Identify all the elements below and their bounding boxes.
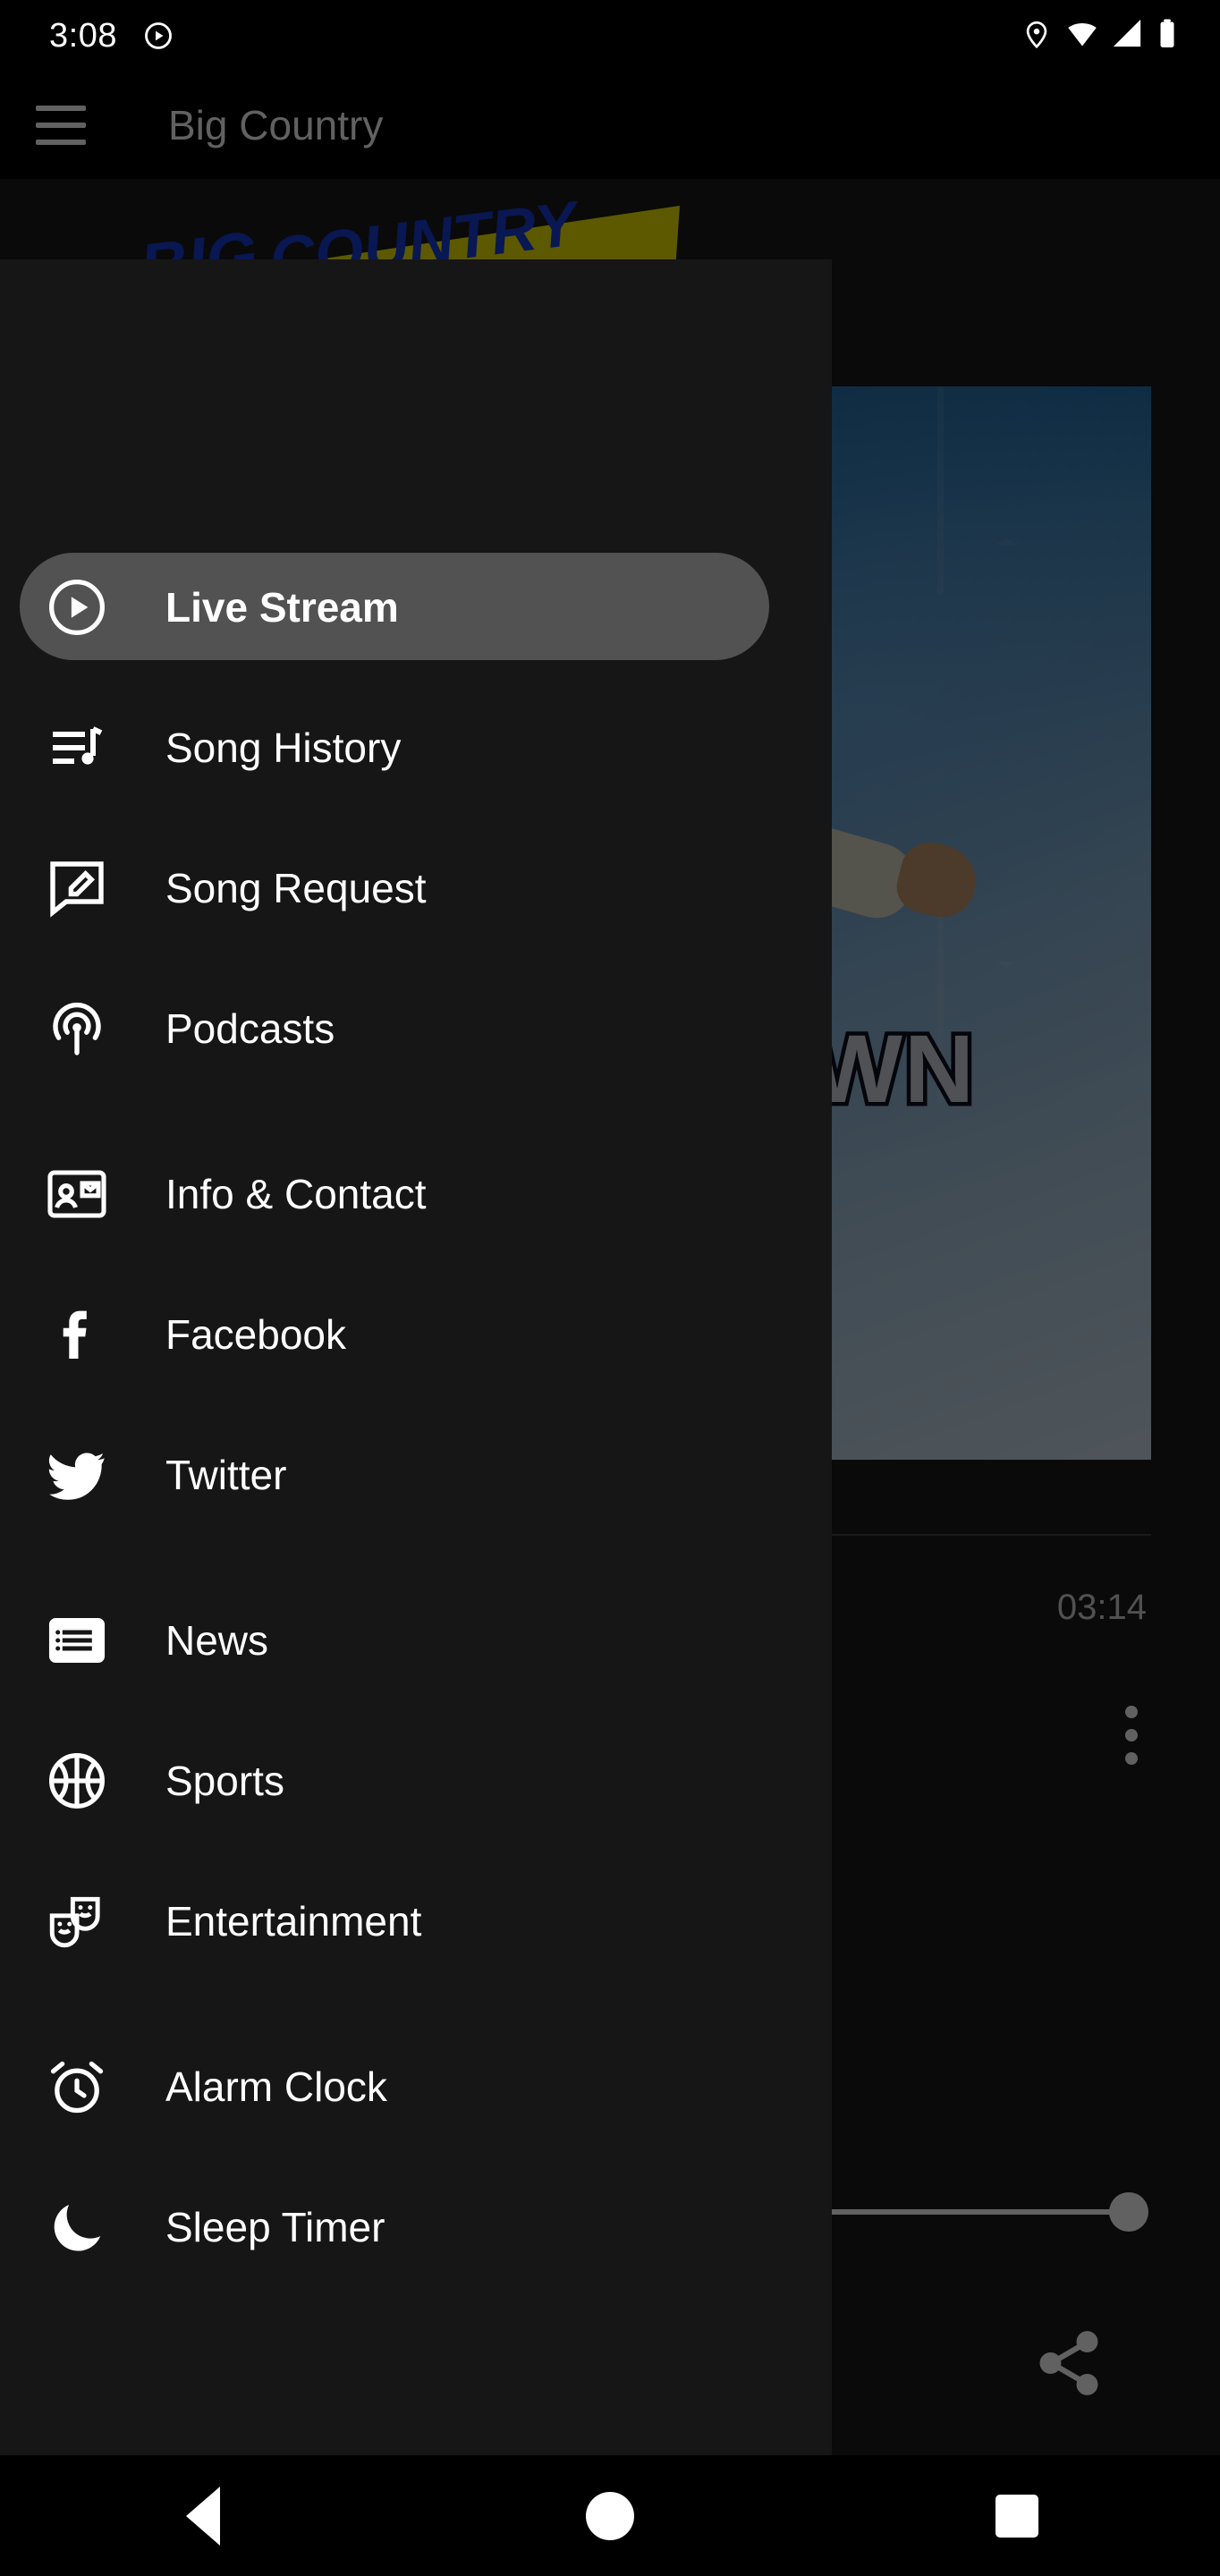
drawer-item-label: Alarm Clock [165,2063,387,2110]
drawer-item-label: Sleep Timer [165,2203,385,2250]
home-circle-icon[interactable] [556,2455,664,2576]
status-bar: 3:08 [0,0,1220,72]
drawer-item-label: Info & Contact [165,1170,427,1217]
status-bar-clock: 3:08 [49,16,117,55]
theater-masks-icon [40,1885,114,1958]
status-bar-icons [1021,18,1177,55]
drawer-group-gap [0,1098,832,1123]
drawer-item-label: Facebook [165,1310,347,1358]
wifi-icon [1066,18,1098,55]
drawer-item-alarm-clock[interactable]: Alarm Clock [0,2016,832,2157]
back-triangle-icon[interactable] [149,2455,257,2576]
drawer-item-info-contact[interactable]: Info & Contact [0,1123,832,1264]
facebook-icon [40,1298,114,1371]
contact-card-icon [40,1157,114,1231]
drawer-item-label: Sports [165,1757,284,1804]
alarm-clock-icon [40,2050,114,2123]
broadcast-icon [40,992,114,1065]
crescent-moon-icon [40,2190,114,2264]
drawer-item-label: Twitter [165,1451,287,1498]
drawer-item-label: Live Stream [165,583,399,631]
system-navigation-bar [0,2455,1220,2576]
drawer-item-label: Song Request [165,864,427,911]
drawer-item-live-stream[interactable]: Live Stream [0,537,832,677]
drawer-item-sleep-timer[interactable]: Sleep Timer [0,2157,832,2297]
drawer-item-podcasts[interactable]: Podcasts [0,958,832,1098]
twitter-icon [40,1438,114,1512]
drawer-nav-list: Live Stream Song History Song Request Po… [0,537,832,2297]
navigation-drawer: Live Stream Song History Song Request Po… [0,259,832,2455]
drawer-item-news[interactable]: News [0,1570,832,1710]
drawer-item-label: Song History [165,724,402,771]
app-root: Big Country INGAR BROWN Lay My Shield [0,0,1220,2576]
drawer-header-space [0,259,832,537]
battery-icon [1157,18,1177,55]
drawer-group-gap [0,1991,832,2016]
drawer-item-song-request[interactable]: Song Request [0,818,832,958]
drawer-item-entertainment[interactable]: Entertainment [0,1851,832,1991]
drawer-item-label: Entertainment [165,1897,422,1945]
message-edit-icon [40,852,114,925]
recents-square-icon[interactable] [963,2455,1071,2576]
drawer-item-song-history[interactable]: Song History [0,677,832,818]
drawer-item-label: News [165,1616,269,1664]
drawer-item-facebook[interactable]: Facebook [0,1264,832,1404]
drawer-item-label: Podcasts [165,1004,335,1052]
cellular-signal-icon [1113,19,1143,54]
play-circle-icon [142,20,174,52]
drawer-item-twitter[interactable]: Twitter [0,1404,832,1545]
play-circle-icon [40,571,114,644]
playlist-music-icon [40,711,114,784]
drawer-group-gap [0,1545,832,1570]
basketball-icon [40,1744,114,1818]
news-list-icon [40,1604,114,1677]
location-icon [1021,19,1052,54]
drawer-item-sports[interactable]: Sports [0,1710,832,1851]
